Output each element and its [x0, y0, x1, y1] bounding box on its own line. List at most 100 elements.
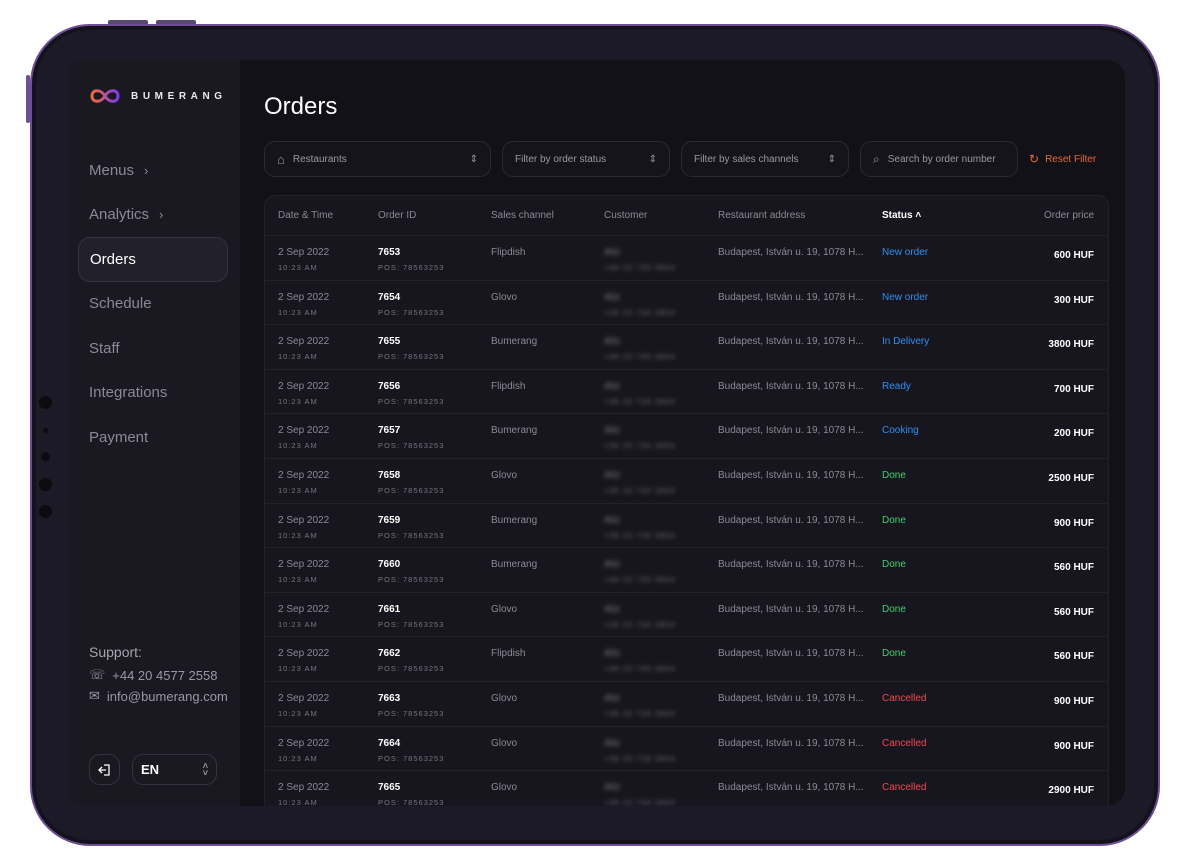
sidebar-item-orders[interactable]: Orders [78, 237, 228, 282]
column-header[interactable]: Status ˄ [882, 210, 982, 221]
order-time: 10:23 AM [278, 753, 318, 763]
sidebar-item-analytics[interactable]: Analytics › [78, 193, 228, 238]
sidebar-item-label: Integrations [89, 384, 168, 402]
orders-table: Date & Time Order ID Sales channel Customer… [264, 195, 1109, 806]
order-time: 10:23 AM [278, 485, 318, 495]
sidebar-item-staff[interactable]: Staff [78, 326, 228, 371]
column-header[interactable]: Sales channel [491, 210, 604, 221]
pos-number: POS: 78563253 [378, 263, 445, 272]
customer-name: Aliz [604, 692, 621, 704]
customer-phone: +36 20 730 3804 [604, 263, 676, 272]
table-row[interactable]: 2 Sep 2022 10:23 AM 7655 POS: 78563253 Bum… [265, 325, 1108, 370]
table-row[interactable]: 2 Sep 2022 10:23 AM 7654 POS: 78563253 Glo… [265, 281, 1108, 326]
column-header[interactable]: Order ID [378, 210, 491, 221]
customer-name: Aliz [604, 737, 621, 749]
order-search-input[interactable]: ⌕ Search by order number [860, 141, 1018, 177]
customer-phone: +36 20 730 3804 [604, 307, 676, 317]
order-price: 560 HUF [1053, 651, 1094, 663]
column-header-label: Status [882, 210, 913, 221]
column-header[interactable]: Date & Time [265, 210, 378, 221]
pos-number: POS: 78563253 [378, 664, 445, 674]
pos-number: POS: 78563253 [378, 753, 445, 763]
reset-filter-button[interactable]: ↻ Reset Filter [1029, 152, 1096, 166]
chevron-updown-icon: ⇕ [827, 153, 836, 165]
column-header-label: Order price [1043, 210, 1094, 221]
camera-dot [39, 505, 52, 518]
support-email[interactable]: ✉ info@bumerang.com [89, 688, 228, 704]
table-row[interactable]: 2 Sep 2022 10:23 AM 7660 POS: 78563253 Bum… [265, 548, 1108, 593]
customer-phone: +36 20 730 3804 [604, 530, 676, 540]
sidebar-item-menus[interactable]: Menus › [78, 148, 228, 193]
chevron-right-icon: › [144, 162, 149, 178]
status-label: Cancelled [882, 737, 927, 749]
order-id: 7662 [378, 648, 401, 660]
logout-button[interactable] [89, 754, 120, 785]
customer-name: Aliz [604, 291, 621, 303]
order-time: 10:23 AM [278, 708, 318, 718]
page-title: Orders [264, 93, 338, 120]
support-phone[interactable]: ☏ +44 20 4577 2558 [89, 667, 228, 683]
order-time: 10:23 AM [278, 396, 318, 406]
restaurant-address: Budapest, István u. 19, 1078 H... [718, 648, 864, 660]
sales-channels-select[interactable]: Filter by sales channels ⇕ [681, 141, 849, 177]
customer-phone: +36 20 730 3804 [604, 798, 676, 806]
status-label: Done [882, 514, 906, 526]
column-header[interactable]: Customer [604, 210, 718, 221]
status-label: Done [882, 648, 906, 660]
sidebar-item-label: Schedule [89, 295, 152, 313]
restaurant-address: Budapest, István u. 19, 1078 H... [718, 514, 864, 526]
restaurants-select[interactable]: ⌂ Restaurants ⇕ [264, 141, 491, 177]
order-date: 2 Sep 2022 [278, 514, 330, 526]
table-row[interactable]: 2 Sep 2022 10:23 AM 7661 POS: 78563253 Glo… [265, 593, 1108, 638]
sidebar-nav: Menus › Analytics › Orders Schedule Staff Integ… [78, 148, 228, 460]
order-id: 7653 [378, 247, 401, 258]
column-header[interactable]: Restaurant address [718, 210, 882, 221]
table-row[interactable]: 2 Sep 2022 10:23 AM 7665 POS: 78563253 Glo… [265, 771, 1108, 806]
restaurant-address: Budapest, István u. 19, 1078 H... [718, 247, 864, 258]
table-row[interactable]: 2 Sep 2022 10:23 AM 7656 POS: 78563253 Fli… [265, 370, 1108, 415]
phone-icon: ☏ [89, 667, 106, 682]
column-header-label: Date & Time [278, 210, 334, 221]
chevron-updown-icon: ⇕ [648, 153, 657, 165]
customer-phone: +36 20 730 3804 [604, 396, 676, 406]
table-row[interactable]: 2 Sep 2022 10:23 AM 7663 POS: 78563253 Glo… [265, 682, 1108, 727]
restaurant-address: Budapest, István u. 19, 1078 H... [718, 291, 864, 303]
sales-channel: Flipdish [491, 380, 526, 392]
mail-icon: ✉ [89, 688, 100, 703]
table-row[interactable]: 2 Sep 2022 10:23 AM 7657 POS: 78563253 Bum… [265, 414, 1108, 459]
sidebar-item-schedule[interactable]: Schedule [78, 282, 228, 327]
customer-phone: +36 20 730 3804 [604, 664, 676, 674]
order-id: 7657 [378, 425, 401, 437]
logo[interactable]: BUMERANG [89, 87, 227, 105]
sales-channel: Glovo [491, 737, 518, 749]
device-side-button [26, 75, 30, 123]
order-status-select[interactable]: Filter by order status ⇕ [502, 141, 670, 177]
column-header[interactable]: Order price [982, 210, 1108, 221]
order-date: 2 Sep 2022 [278, 469, 330, 481]
camera-dot [39, 478, 52, 491]
pos-number: POS: 78563253 [378, 485, 445, 495]
table-row[interactable]: 2 Sep 2022 10:23 AM 7658 POS: 78563253 Glo… [265, 459, 1108, 504]
order-time: 10:23 AM [278, 575, 318, 585]
customer-name: Aliz [604, 425, 621, 437]
status-label: Ready [882, 380, 911, 392]
sidebar-item-integrations[interactable]: Integrations [78, 371, 228, 416]
sales-channel: Bumerang [491, 514, 538, 526]
restaurant-address: Budapest, István u. 19, 1078 H... [718, 782, 864, 794]
table-row[interactable]: 2 Sep 2022 10:23 AM 7659 POS: 78563253 Bum… [265, 504, 1108, 549]
language-select[interactable]: EN ˄ ˅ [132, 754, 217, 785]
order-price: 2900 HUF [1048, 785, 1094, 797]
table-row[interactable]: 2 Sep 2022 10:23 AM 7653 POS: 78563253 Fli… [265, 236, 1108, 281]
customer-name: Aliz [604, 514, 621, 526]
table-row[interactable]: 2 Sep 2022 10:23 AM 7662 POS: 78563253 Fli… [265, 637, 1108, 682]
customer-name: Aliz [604, 247, 621, 258]
sales-channel: Glovo [491, 782, 518, 794]
customer-phone: +36 20 730 3804 [604, 352, 676, 362]
customer-name: Aliz [604, 559, 621, 571]
order-time: 10:23 AM [278, 798, 318, 806]
table-row[interactable]: 2 Sep 2022 10:23 AM 7664 POS: 78563253 Glo… [265, 727, 1108, 772]
order-id: 7664 [378, 737, 401, 749]
pos-number: POS: 78563253 [378, 530, 445, 540]
sidebar-item-payment[interactable]: Payment [78, 415, 228, 460]
order-id: 7655 [378, 336, 401, 348]
